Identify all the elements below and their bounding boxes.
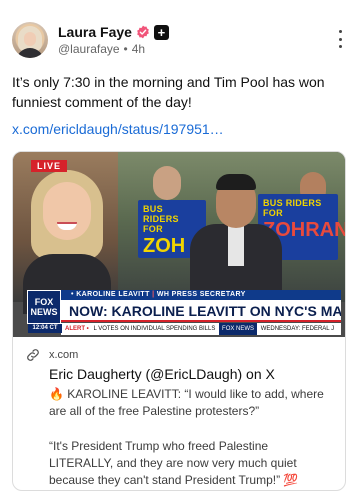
ticker-text: WEDNESDAY: FEDERAL J — [260, 326, 335, 332]
card-title[interactable]: Eric Daugherty (@EricLDaugh) on X — [49, 365, 333, 383]
plus-badge-icon: + — [153, 24, 169, 40]
anchor-face — [43, 182, 91, 240]
speaker-hair — [216, 174, 256, 190]
ticker-text: L VOTES ON INDIVIDUAL SPENDING BILLS — [93, 326, 216, 332]
video-thumbnail[interactable]: BUS RIDERS FOR ZOH BUS RIDERS FOR ZOHRAN… — [13, 152, 345, 337]
ticker-alert: ALERT • — [65, 326, 89, 332]
news-ticker: ALERT • L VOTES ON INDIVIDUAL SPENDING B… — [61, 323, 341, 335]
live-badge: LIVE — [31, 160, 68, 172]
fox-news-logo: FOX NEWS 12:04 CT — [27, 290, 62, 333]
source-row: x.com — [25, 347, 333, 363]
display-name[interactable]: Laura Faye — [58, 24, 132, 40]
post-link[interactable]: x.com/ericldaugh/status/197951… — [12, 121, 224, 137]
chyron-headline: NOW: KAROLINE LEAVITT ON NYC'S MAMDANI — [61, 300, 341, 322]
background-person — [153, 166, 181, 200]
rally-panel: BUS RIDERS FOR ZOH BUS RIDERS FOR ZOHRAN — [118, 152, 345, 304]
more-vertical-icon[interactable] — [332, 30, 348, 48]
anchor-panel — [13, 152, 118, 314]
super-role: WH PRESS SECRETARY — [156, 291, 246, 298]
name-row: Laura Faye + — [58, 24, 169, 40]
source-domain: x.com — [49, 349, 79, 361]
card-desc-line: “It's President Trump who freed Palestin… — [49, 439, 299, 487]
speaker-shirt — [228, 226, 244, 266]
handle-row: @laurafaye • 4h — [58, 42, 145, 56]
timestamp[interactable]: 4h — [132, 42, 145, 56]
sign-small-text: BUS RIDERS FOR — [143, 204, 179, 234]
post-header: Laura Faye + @laurafaye • 4h — [12, 22, 350, 62]
separator: • — [123, 42, 128, 56]
lower-third: • KAROLINE LEAVITT | WH PRESS SECRETARY … — [13, 290, 345, 337]
card-body: x.com Eric Daugherty (@EricLDaugh) on X … — [13, 337, 345, 489]
handle[interactable]: @laurafaye — [58, 42, 120, 56]
link-icon — [27, 349, 39, 361]
ticker-network: FOX NEWS — [219, 323, 258, 335]
verified-badge-icon — [137, 25, 149, 39]
broadcast-time: 12:04 CT — [28, 324, 62, 333]
avatar[interactable] — [12, 22, 48, 58]
name-super: • KAROLINE LEAVITT | WH PRESS SECRETARY — [61, 290, 341, 300]
super-name: KAROLINE LEAVITT — [76, 291, 150, 298]
card-description: 🔥 KAROLINE LEAVITT: “I would like to add… — [49, 386, 333, 489]
post-text: It’s only 7:30 in the morning and Tim Po… — [12, 74, 325, 110]
avatar-face — [24, 32, 36, 46]
card-desc-line: 🔥 KAROLINE LEAVITT: “I would like to add… — [49, 387, 324, 418]
sign-small-text: BUS RIDERS FOR — [263, 198, 322, 218]
link-preview-card[interactable]: BUS RIDERS FOR ZOH BUS RIDERS FOR ZOHRAN… — [12, 151, 346, 491]
